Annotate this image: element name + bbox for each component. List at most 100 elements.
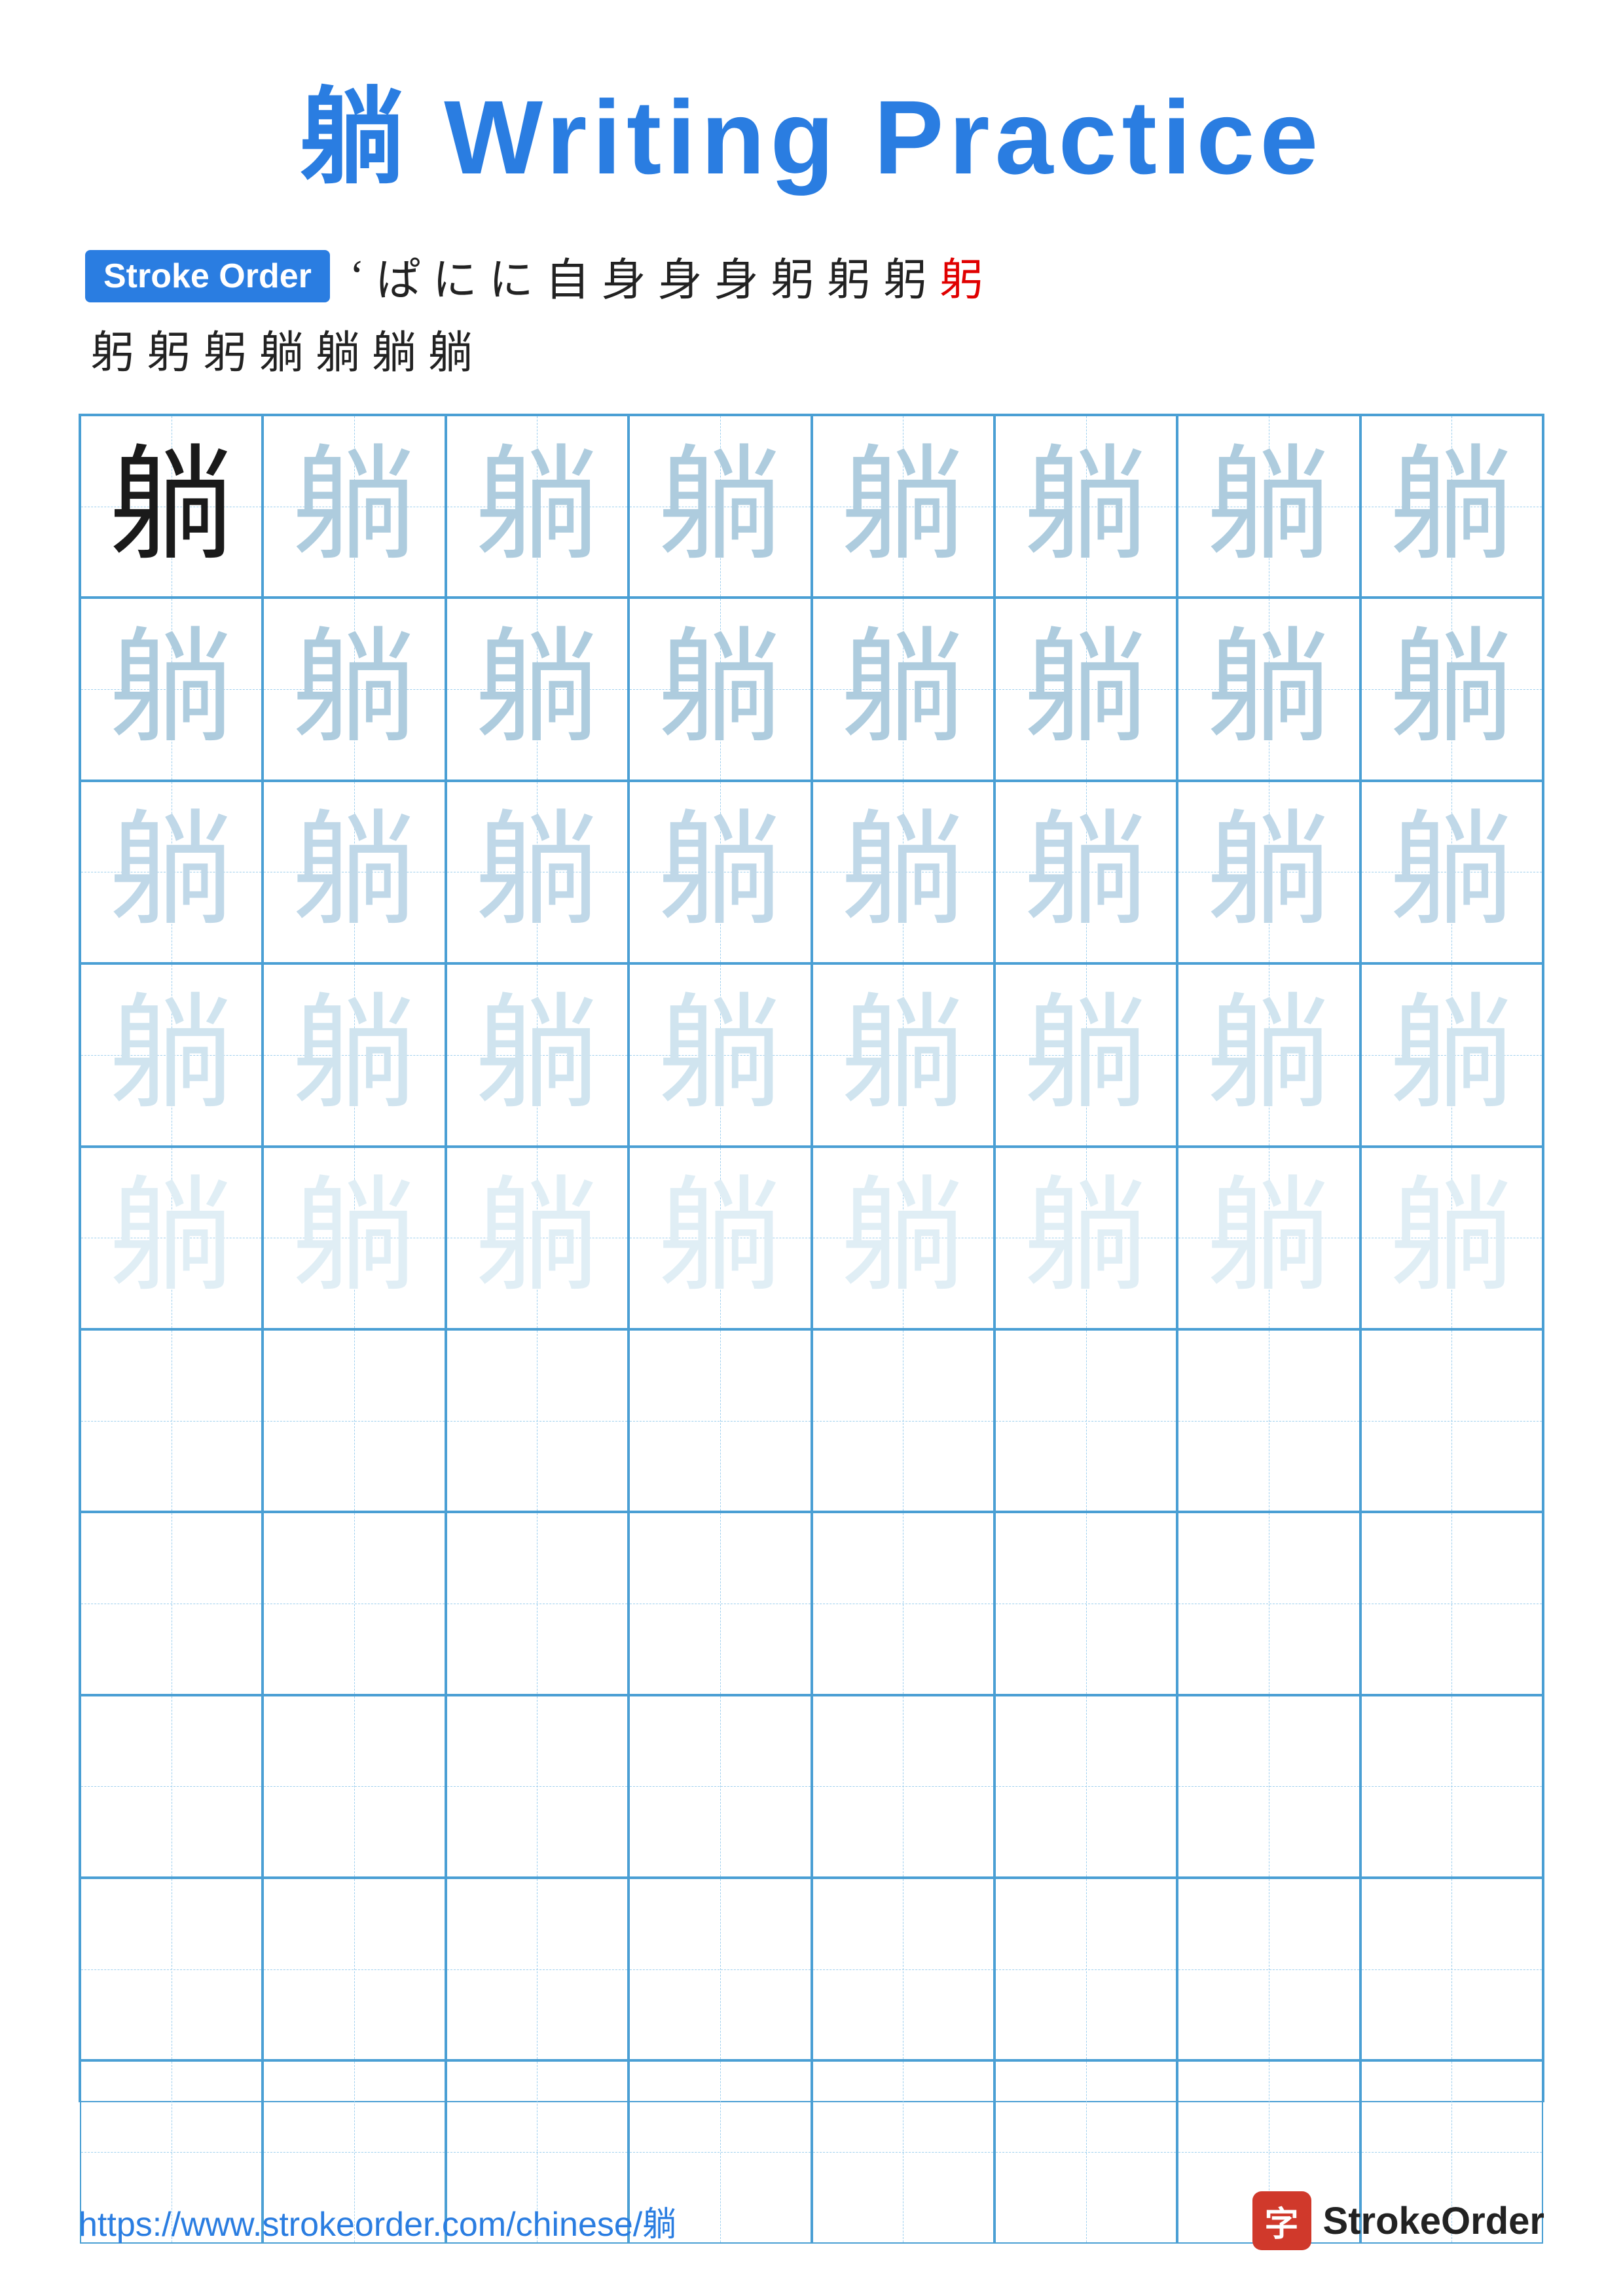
grid-cell-4-4[interactable]: 躺 [812,1147,994,1329]
grid-cell-1-3[interactable]: 躺 [629,598,811,780]
grid-cell-1-7[interactable]: 躺 [1360,598,1543,780]
stroke-char-19: 躺 [428,316,473,381]
grid-cell-1-0[interactable]: 躺 [80,598,263,780]
grid-cell-5-5[interactable] [994,1329,1177,1512]
stroke-char-2: ぱ [376,243,421,308]
grid-cell-6-4[interactable] [812,1512,994,1695]
grid-cell-7-0[interactable] [80,1695,263,1878]
grid-cell-7-5[interactable] [994,1695,1177,1878]
grid-cell-8-0[interactable] [80,1878,263,2060]
grid-cell-3-5[interactable]: 躺 [994,963,1177,1146]
grid-cell-7-7[interactable] [1360,1695,1543,1878]
grid-cell-4-6[interactable]: 躺 [1177,1147,1360,1329]
grid-cell-2-0[interactable]: 躺 [80,781,263,963]
grid-char: 躺 [658,444,782,569]
grid-cell-1-5[interactable]: 躺 [994,598,1177,780]
grid-cell-2-7[interactable]: 躺 [1360,781,1543,963]
grid-char: 躺 [1024,444,1148,569]
grid-cell-4-0[interactable]: 躺 [80,1147,263,1329]
footer: https://www.strokeorder.com/chinese/躺 字 … [79,2191,1544,2250]
grid-cell-0-0[interactable]: 躺 [80,415,263,598]
grid-cell-6-2[interactable] [446,1512,629,1695]
grid-cell-5-1[interactable] [263,1329,445,1512]
grid-cell-3-7[interactable]: 躺 [1360,963,1543,1146]
grid-cell-3-1[interactable]: 躺 [263,963,445,1146]
grid-cell-0-4[interactable]: 躺 [812,415,994,598]
grid-cell-2-1[interactable]: 躺 [263,781,445,963]
grid-cell-3-3[interactable]: 躺 [629,963,811,1146]
grid-char: 躺 [841,627,965,751]
grid-cell-8-1[interactable] [263,1878,445,2060]
grid-char: 躺 [1207,627,1331,751]
grid-cell-0-6[interactable]: 躺 [1177,415,1360,598]
grid-char: 躺 [475,1175,599,1300]
grid-cell-8-5[interactable] [994,1878,1177,2060]
grid-cell-7-6[interactable] [1177,1695,1360,1878]
grid-cell-8-3[interactable] [629,1878,811,2060]
grid-cell-8-4[interactable] [812,1878,994,2060]
page: 躺 Writing Practice Stroke Order ‘ ぱ に に … [0,0,1623,2296]
grid-char: 躺 [1207,444,1331,569]
grid-cell-1-4[interactable]: 躺 [812,598,994,780]
footer-logo-char: 字 [1265,2197,1299,2246]
grid-cell-4-2[interactable]: 躺 [446,1147,629,1329]
grid-cell-1-1[interactable]: 躺 [263,598,445,780]
grid-cell-6-1[interactable] [263,1512,445,1695]
stroke-chars-row2: 躬 躬 躬 躺 躺 躺 躺 [85,316,1544,381]
grid-cell-4-7[interactable]: 躺 [1360,1147,1543,1329]
grid-cell-5-0[interactable] [80,1329,263,1512]
grid-cell-2-2[interactable]: 躺 [446,781,629,963]
grid-cell-5-7[interactable] [1360,1329,1543,1512]
grid-cell-1-6[interactable]: 躺 [1177,598,1360,780]
grid-cell-7-4[interactable] [812,1695,994,1878]
grid-cell-8-6[interactable] [1177,1878,1360,2060]
grid-cell-6-0[interactable] [80,1512,263,1695]
grid-cell-5-4[interactable] [812,1329,994,1512]
grid-cell-5-2[interactable] [446,1329,629,1512]
grid-cell-4-3[interactable]: 躺 [629,1147,811,1329]
grid-cell-2-3[interactable]: 躺 [629,781,811,963]
grid-char: 躺 [841,1175,965,1300]
grid-cell-3-0[interactable]: 躺 [80,963,263,1146]
grid-char: 躺 [658,993,782,1117]
grid-char: 躺 [1389,444,1514,569]
grid-cell-6-5[interactable] [994,1512,1177,1695]
grid-char: 躺 [109,444,234,569]
grid-cell-4-1[interactable]: 躺 [263,1147,445,1329]
grid-cell-8-2[interactable] [446,1878,629,2060]
stroke-char-8: 身 [714,243,759,308]
grid-char: 躺 [475,810,599,934]
grid-char: 躺 [1389,810,1514,934]
stroke-char-17: 躺 [316,316,360,381]
grid-cell-7-3[interactable] [629,1695,811,1878]
grid-char: 躺 [841,810,965,934]
grid-char: 躺 [1389,1175,1514,1300]
grid-cell-6-7[interactable] [1360,1512,1543,1695]
grid-cell-8-7[interactable] [1360,1878,1543,2060]
grid-cell-6-6[interactable] [1177,1512,1360,1695]
grid-cell-2-4[interactable]: 躺 [812,781,994,963]
grid-cell-0-1[interactable]: 躺 [263,415,445,598]
grid-cell-0-3[interactable]: 躺 [629,415,811,598]
grid-cell-5-6[interactable] [1177,1329,1360,1512]
footer-logo: 字 [1252,2191,1311,2250]
grid-cell-3-4[interactable]: 躺 [812,963,994,1146]
grid-cell-0-5[interactable]: 躺 [994,415,1177,598]
grid-cell-7-2[interactable] [446,1695,629,1878]
grid-cell-1-2[interactable]: 躺 [446,598,629,780]
grid-cell-0-7[interactable]: 躺 [1360,415,1543,598]
grid-cell-3-6[interactable]: 躺 [1177,963,1360,1146]
grid-char: 躺 [658,627,782,751]
title-char: 躺 Writing Practice [300,79,1324,196]
grid-cell-6-3[interactable] [629,1512,811,1695]
grid-cell-4-5[interactable]: 躺 [994,1147,1177,1329]
grid-cell-0-2[interactable]: 躺 [446,415,629,598]
grid-cell-7-1[interactable] [263,1695,445,1878]
grid-cell-5-3[interactable] [629,1329,811,1512]
grid-char: 躺 [475,627,599,751]
grid-cell-2-5[interactable]: 躺 [994,781,1177,963]
grid-cell-3-2[interactable]: 躺 [446,963,629,1146]
stroke-char-14: 躬 [147,316,191,381]
practice-grid: 躺躺躺躺躺躺躺躺躺躺躺躺躺躺躺躺躺躺躺躺躺躺躺躺躺躺躺躺躺躺躺躺躺躺躺躺躺躺躺躺 [79,414,1544,2102]
grid-cell-2-6[interactable]: 躺 [1177,781,1360,963]
